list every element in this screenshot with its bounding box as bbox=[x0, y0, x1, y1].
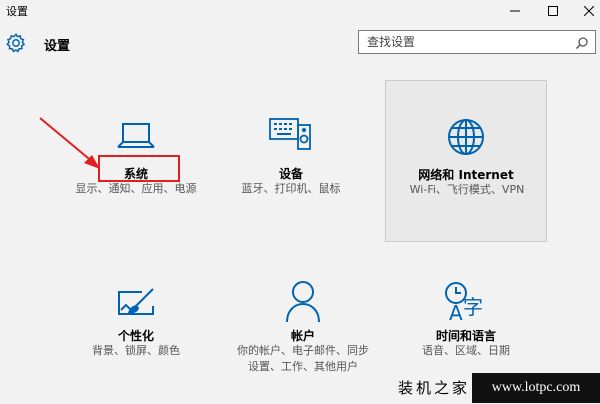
close-button[interactable] bbox=[566, 0, 600, 22]
tile-personalization[interactable]: 个性化 背景、锁屏、颜色 bbox=[55, 270, 217, 390]
laptop-icon bbox=[117, 123, 155, 148]
globe-icon bbox=[448, 119, 484, 155]
tile-network[interactable]: 网络和 Internet Wi-Fi、飞行模式、VPN bbox=[385, 80, 547, 242]
tile-devices-desc: 蓝牙、打印机、鼠标 bbox=[241, 182, 341, 195]
close-icon bbox=[584, 6, 594, 16]
tile-devices-name: 设备 bbox=[278, 167, 303, 181]
tile-accounts-desc: 你的帐户、电子邮件、同步设置、工作、其他用户 bbox=[237, 344, 369, 373]
tile-personalization-name: 个性化 bbox=[117, 329, 154, 343]
tile-time-language-desc: 语音、区域、日期 bbox=[422, 344, 510, 357]
search-icon[interactable] bbox=[575, 36, 589, 50]
annotation-arrow-icon bbox=[39, 117, 100, 169]
minimize-icon bbox=[510, 10, 520, 12]
tile-network-name: 网络和 Internet bbox=[418, 168, 514, 182]
tile-system-desc: 显示、通知、应用、电源 bbox=[75, 182, 197, 195]
svg-text:字: 字 bbox=[463, 295, 483, 319]
tile-devices[interactable]: 设备 蓝牙、打印机、鼠标 bbox=[210, 100, 372, 240]
search-box[interactable] bbox=[358, 30, 596, 54]
maximize-icon bbox=[548, 6, 558, 16]
settings-header: 设置 bbox=[0, 28, 600, 62]
gear-icon bbox=[6, 33, 26, 53]
window-title: 设置 bbox=[6, 5, 28, 18]
watermark: 装机之家 www.lotpc.com bbox=[388, 371, 600, 404]
time-language-icon: A 字 bbox=[445, 282, 483, 322]
watermark-cn: 装机之家 bbox=[398, 379, 471, 397]
annotation-highlight-box bbox=[98, 155, 180, 182]
devices-icon bbox=[269, 118, 311, 150]
title-bar: 设置 bbox=[0, 0, 600, 22]
svg-text:A: A bbox=[449, 301, 463, 322]
watermark-url: www.lotpc.com bbox=[472, 373, 600, 403]
tile-accounts-name: 帐户 bbox=[290, 329, 315, 343]
tile-personalization-desc: 背景、锁屏、颜色 bbox=[92, 344, 180, 357]
page-title: 设置 bbox=[44, 39, 71, 54]
tile-network-desc: Wi-Fi、飞行模式、VPN bbox=[409, 183, 525, 196]
tile-accounts[interactable]: 帐户 你的帐户、电子邮件、同步设置、工作、其他用户 bbox=[222, 270, 384, 400]
person-icon bbox=[286, 281, 320, 323]
paint-icon bbox=[118, 288, 154, 315]
search-input[interactable] bbox=[367, 34, 567, 50]
tile-time-language-name: 时间和语言 bbox=[435, 329, 496, 343]
